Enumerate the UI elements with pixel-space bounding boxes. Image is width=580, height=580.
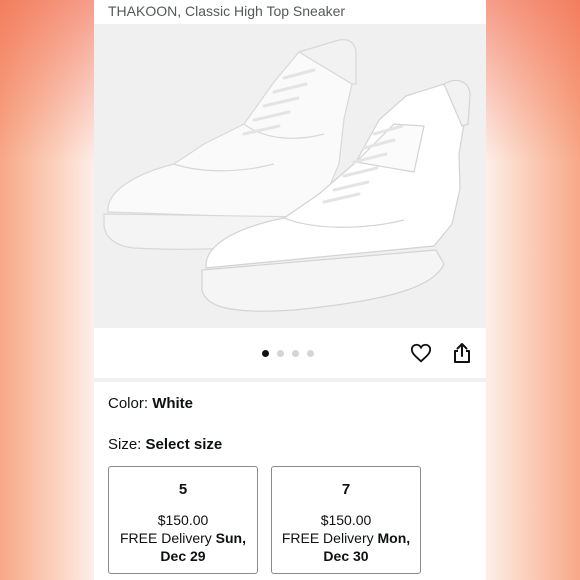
carousel-dot-1[interactable] — [262, 350, 269, 357]
size-option-size: 5 — [178, 481, 188, 498]
product-image[interactable] — [94, 24, 486, 328]
product-title: THAKOON, Classic High Top Sneaker — [108, 3, 346, 19]
carousel-dot-4[interactable] — [307, 350, 314, 357]
size-option-card[interactable]: 5 $150.00 FREE Delivery Sun, Dec 29 — [108, 466, 258, 574]
size-option-delivery: FREE Delivery Sun, Dec 29 — [113, 529, 253, 565]
carousel-dot-3[interactable] — [292, 350, 299, 357]
section-divider — [94, 378, 486, 382]
color-selector: Color: White — [108, 395, 193, 412]
sneaker-illustration — [103, 39, 471, 312]
carousel-dots — [262, 350, 314, 357]
color-value: White — [152, 395, 194, 412]
size-option-price: $150.00 — [320, 512, 372, 528]
delivery-prefix: FREE Delivery — [281, 530, 378, 546]
carousel-dot-2[interactable] — [277, 350, 284, 357]
size-option-delivery: FREE Delivery Mon, Dec 30 — [276, 529, 416, 565]
size-selector: Size: Select size — [108, 436, 222, 453]
product-panel: THAKOON, Classic High Top Sneaker Color:… — [94, 0, 486, 580]
share-icon[interactable] — [452, 342, 472, 364]
carousel-controls — [94, 328, 486, 378]
size-option-price: $150.00 — [157, 512, 209, 528]
size-option-size: 7 — [341, 481, 351, 498]
heart-icon[interactable] — [410, 342, 432, 364]
color-label: Color: — [108, 395, 153, 412]
size-label: Size: — [108, 436, 146, 453]
size-value: Select size — [145, 436, 223, 453]
size-option-card[interactable]: 7 $150.00 FREE Delivery Mon, Dec 30 — [271, 466, 421, 574]
delivery-prefix: FREE Delivery — [119, 530, 216, 546]
